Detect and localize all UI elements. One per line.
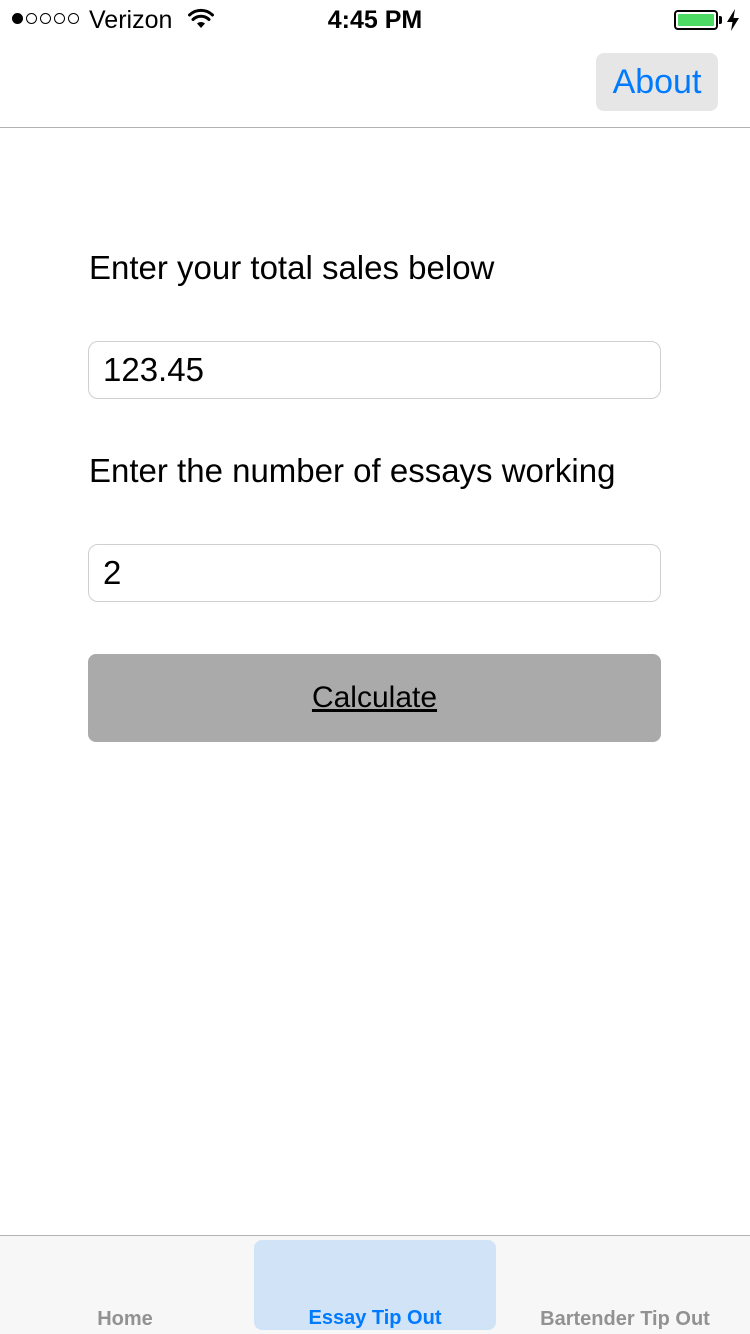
- screen: Verizon 4:45 PM About Enter your total s…: [0, 0, 750, 1334]
- essays-count-input[interactable]: [88, 544, 661, 602]
- tab-bar: Home Essay Tip Out Bartender Tip Out: [0, 1235, 750, 1334]
- tab-label: Essay Tip Out: [308, 1307, 442, 1329]
- navigation-bar: About: [0, 40, 750, 128]
- charging-bolt-icon: [727, 9, 739, 31]
- tab-bartender-tip-out[interactable]: Bartender Tip Out: [500, 1236, 750, 1334]
- tab-home[interactable]: Home: [0, 1236, 250, 1334]
- calculate-button[interactable]: Calculate: [88, 654, 661, 742]
- tab-essay-tip-out[interactable]: Essay Tip Out: [254, 1240, 496, 1330]
- battery-icon: [674, 10, 718, 30]
- essays-label: Enter the number of essays working: [89, 452, 616, 489]
- tab-label: Home: [97, 1308, 153, 1330]
- total-sales-input[interactable]: [88, 341, 661, 399]
- battery-level: [678, 14, 714, 26]
- status-bar: Verizon 4:45 PM: [0, 0, 750, 40]
- status-time: 4:45 PM: [327, 6, 423, 34]
- battery-tip: [719, 16, 722, 24]
- sales-label: Enter your total sales below: [89, 249, 495, 286]
- about-button[interactable]: About: [596, 53, 718, 111]
- tab-label: Bartender Tip Out: [540, 1308, 710, 1330]
